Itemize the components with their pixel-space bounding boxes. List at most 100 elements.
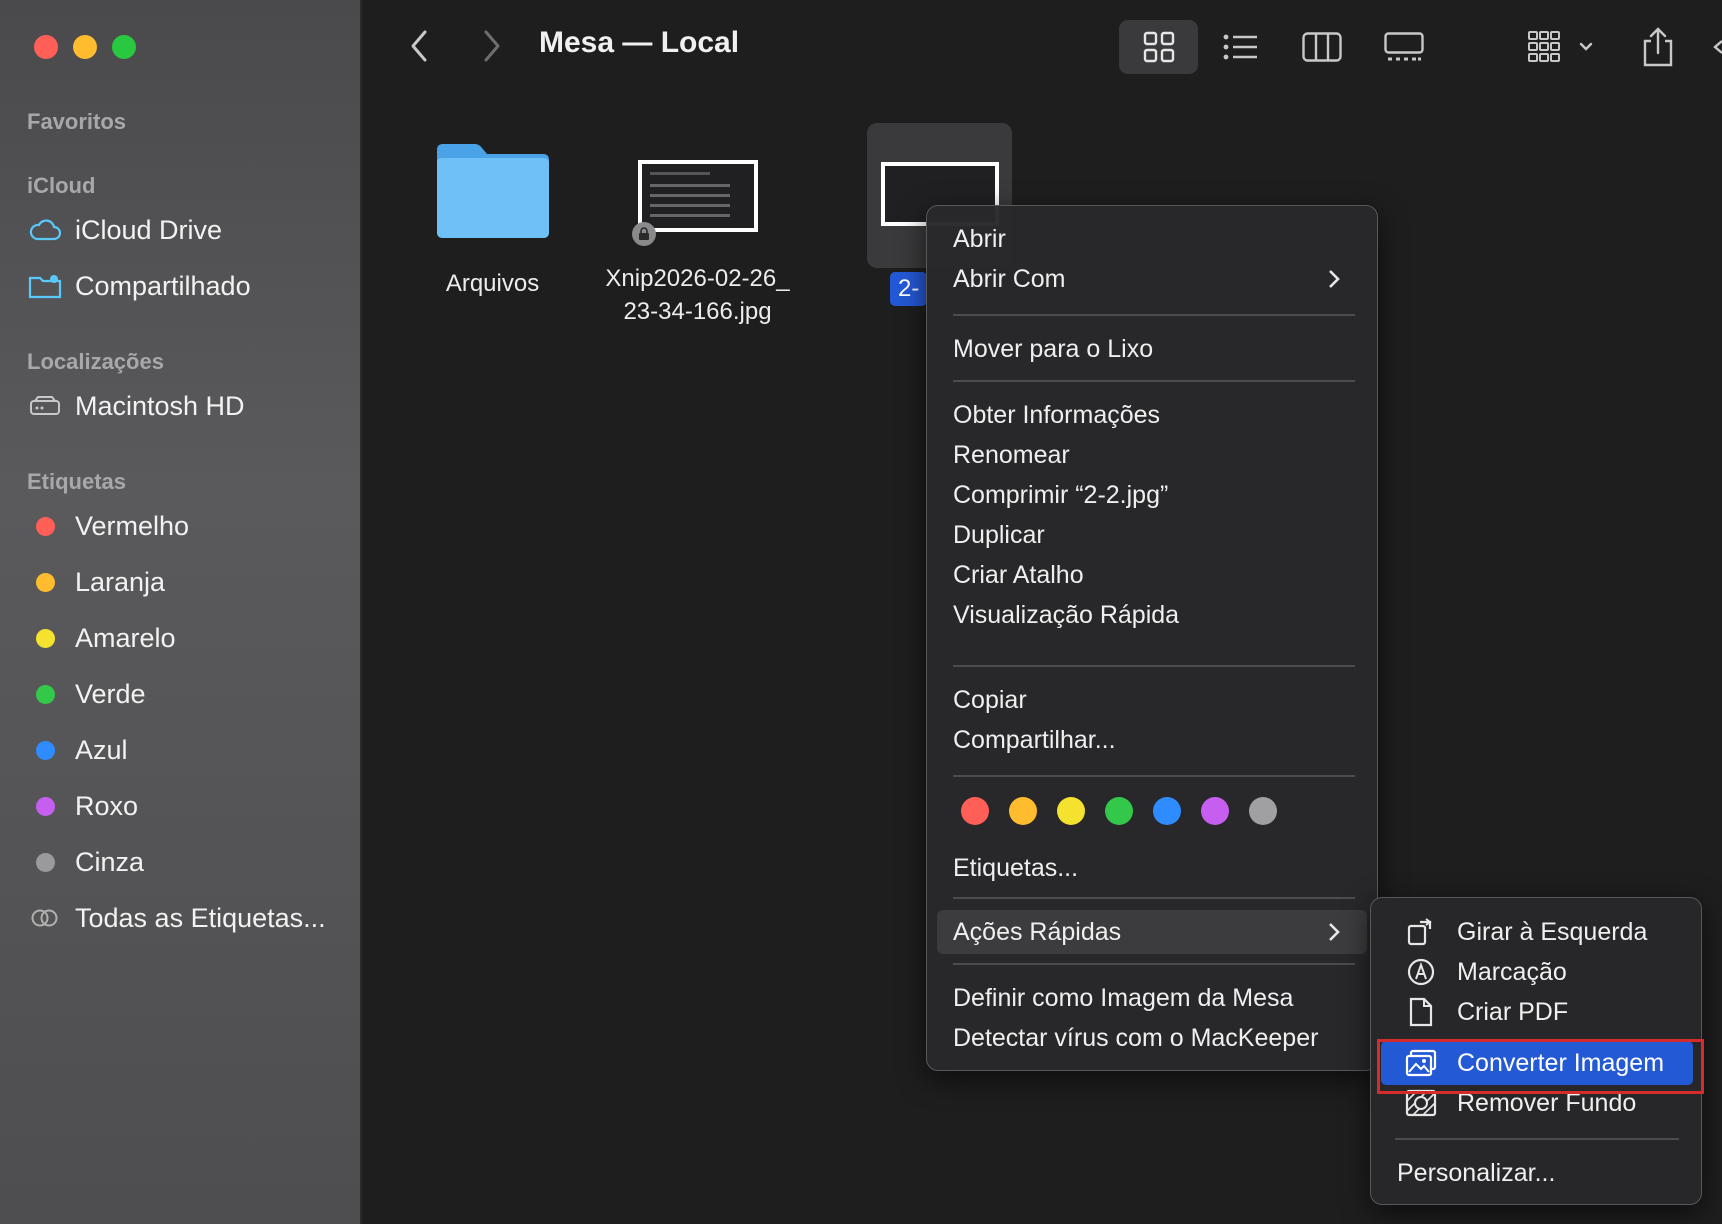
list-view-button[interactable] — [1222, 20, 1260, 74]
menu-open[interactable]: Abrir — [953, 219, 1006, 259]
menu-separator — [953, 665, 1355, 667]
share-button[interactable] — [1640, 20, 1676, 74]
menu-scan-virus[interactable]: Detectar vírus com o MacKeeper — [953, 1018, 1318, 1058]
tag-dot-icon — [27, 740, 63, 760]
sidebar-item-icloud-drive[interactable]: iCloud Drive — [27, 210, 222, 250]
tag-dot-icon — [27, 684, 63, 704]
submenu-label: Criar PDF — [1457, 997, 1569, 1026]
column-view-button[interactable] — [1302, 20, 1342, 74]
tag-dot-icon — [27, 852, 63, 872]
gallery-view-button[interactable] — [1384, 20, 1424, 74]
lock-icon — [631, 222, 656, 246]
menu-tag-purple[interactable] — [1201, 797, 1229, 825]
menu-quick-actions[interactable]: Ações Rápidas — [953, 912, 1363, 952]
hard-drive-icon — [27, 395, 63, 417]
sidebar-tag-red[interactable]: Vermelho — [27, 506, 189, 546]
menu-make-alias[interactable]: Criar Atalho — [953, 555, 1084, 595]
chevron-left-icon — [1713, 40, 1722, 54]
menu-separator — [953, 963, 1355, 965]
menu-tag-green[interactable] — [1105, 797, 1133, 825]
sidebar-tag-orange[interactable]: Laranja — [27, 562, 165, 602]
menu-duplicate[interactable]: Duplicar — [953, 515, 1045, 555]
menu-quick-look[interactable]: Visualização Rápida — [953, 595, 1179, 635]
menu-separator — [953, 380, 1355, 382]
list-view-icon — [1223, 34, 1257, 60]
menu-open-with[interactable]: Abrir Com — [953, 259, 1363, 299]
sidebar-tag-all[interactable]: Todas as Etiquetas... — [27, 898, 326, 938]
submenu-create-pdf[interactable]: Criar PDF — [1403, 992, 1568, 1032]
menu-tags[interactable]: Etiquetas... — [953, 848, 1078, 888]
chevron-left-icon — [411, 30, 427, 62]
forward-button[interactable] — [471, 24, 511, 68]
sidebar-item-label: Laranja — [75, 566, 166, 597]
zoom-window-button[interactable] — [112, 35, 136, 59]
close-window-button[interactable] — [34, 35, 58, 59]
sidebar: Favoritos iCloud iCloud Drive Compartilh… — [0, 0, 362, 1224]
submenu-customize[interactable]: Personalizar... — [1397, 1153, 1555, 1193]
more-toolbar-button[interactable] — [1710, 20, 1722, 74]
sidebar-tag-yellow[interactable]: Amarelo — [27, 618, 176, 658]
tag-dot-icon — [27, 516, 63, 536]
menu-share[interactable]: Compartilhar... — [953, 720, 1116, 760]
menu-tag-orange[interactable] — [1009, 797, 1037, 825]
file-item-folder[interactable]: Arquivos — [420, 140, 565, 300]
chevron-right-icon — [1329, 270, 1340, 288]
sidebar-item-shared[interactable]: Compartilhado — [27, 266, 251, 306]
menu-compress[interactable]: Comprimir “2-2.jpg” — [953, 475, 1168, 515]
columns-view-icon — [1302, 32, 1342, 62]
document-icon — [1403, 997, 1439, 1027]
sidebar-item-label: Compartilhado — [75, 270, 251, 301]
icon-view-button[interactable] — [1119, 20, 1198, 74]
menu-rename[interactable]: Renomear — [953, 435, 1070, 475]
sidebar-section-favorites: Favoritos — [27, 109, 127, 134]
window-title: Mesa — Local — [539, 26, 740, 59]
selected-file-name: 2- — [890, 272, 928, 306]
highlight-annotation-box — [1377, 1039, 1704, 1094]
sidebar-item-label: Todas as Etiquetas... — [75, 902, 326, 933]
menu-move-to-trash[interactable]: Mover para o Lixo — [953, 329, 1153, 369]
menu-separator — [953, 775, 1355, 777]
grid-view-icon — [1143, 31, 1174, 63]
submenu-markup[interactable]: Marcação — [1403, 952, 1567, 992]
sidebar-section-locations: Localizações — [27, 349, 164, 374]
menu-copy[interactable]: Copiar — [953, 680, 1027, 720]
sidebar-item-label: Cinza — [75, 846, 145, 877]
menu-label: Abrir Com — [953, 264, 1066, 293]
menu-tag-blue[interactable] — [1153, 797, 1181, 825]
sidebar-tag-blue[interactable]: Azul — [27, 730, 128, 770]
menu-tag-red[interactable] — [961, 797, 989, 825]
minimize-window-button[interactable] — [73, 35, 97, 59]
sidebar-tag-gray[interactable]: Cinza — [27, 842, 144, 882]
file-name-line2: 23-34-166.jpg — [623, 298, 772, 325]
gallery-view-icon — [1384, 32, 1424, 61]
sidebar-tag-green[interactable]: Verde — [27, 674, 146, 714]
submenu-label: Marcação — [1457, 957, 1567, 986]
file-item-xnip[interactable]: Xnip2026-02-26_ 23-34-166.jpg — [590, 160, 805, 328]
sidebar-item-label: Amarelo — [75, 622, 176, 653]
window-controls — [34, 35, 136, 59]
group-grid-icon — [1528, 31, 1593, 62]
image-thumbnail — [631, 160, 758, 246]
menu-tag-yellow[interactable] — [1057, 797, 1085, 825]
menu-get-info[interactable]: Obter Informações — [953, 395, 1160, 435]
group-by-button[interactable] — [1527, 20, 1597, 74]
menu-separator — [953, 897, 1355, 899]
all-tags-icon — [27, 908, 63, 928]
sidebar-tag-purple[interactable]: Roxo — [27, 786, 138, 826]
menu-set-desktop-picture[interactable]: Definir como Imagem da Mesa — [953, 978, 1293, 1018]
back-button[interactable] — [400, 24, 440, 68]
rotate-left-icon — [1403, 917, 1439, 947]
menu-separator — [953, 314, 1355, 316]
menu-label: Ações Rápidas — [953, 917, 1122, 946]
sidebar-section-icloud: iCloud — [27, 173, 96, 198]
submenu-rotate-left[interactable]: Girar à Esquerda — [1403, 912, 1647, 952]
file-name: Arquivos — [445, 270, 540, 297]
tag-dot-icon — [27, 628, 63, 648]
sidebar-item-macintosh-hd[interactable]: Macintosh HD — [27, 386, 245, 426]
menu-tag-gray[interactable] — [1249, 797, 1277, 825]
tag-dot-icon — [27, 572, 63, 592]
submenu-separator — [1395, 1138, 1679, 1140]
share-icon — [1643, 27, 1673, 67]
sidebar-item-label: Azul — [75, 734, 128, 765]
tag-dot-icon — [27, 796, 63, 816]
